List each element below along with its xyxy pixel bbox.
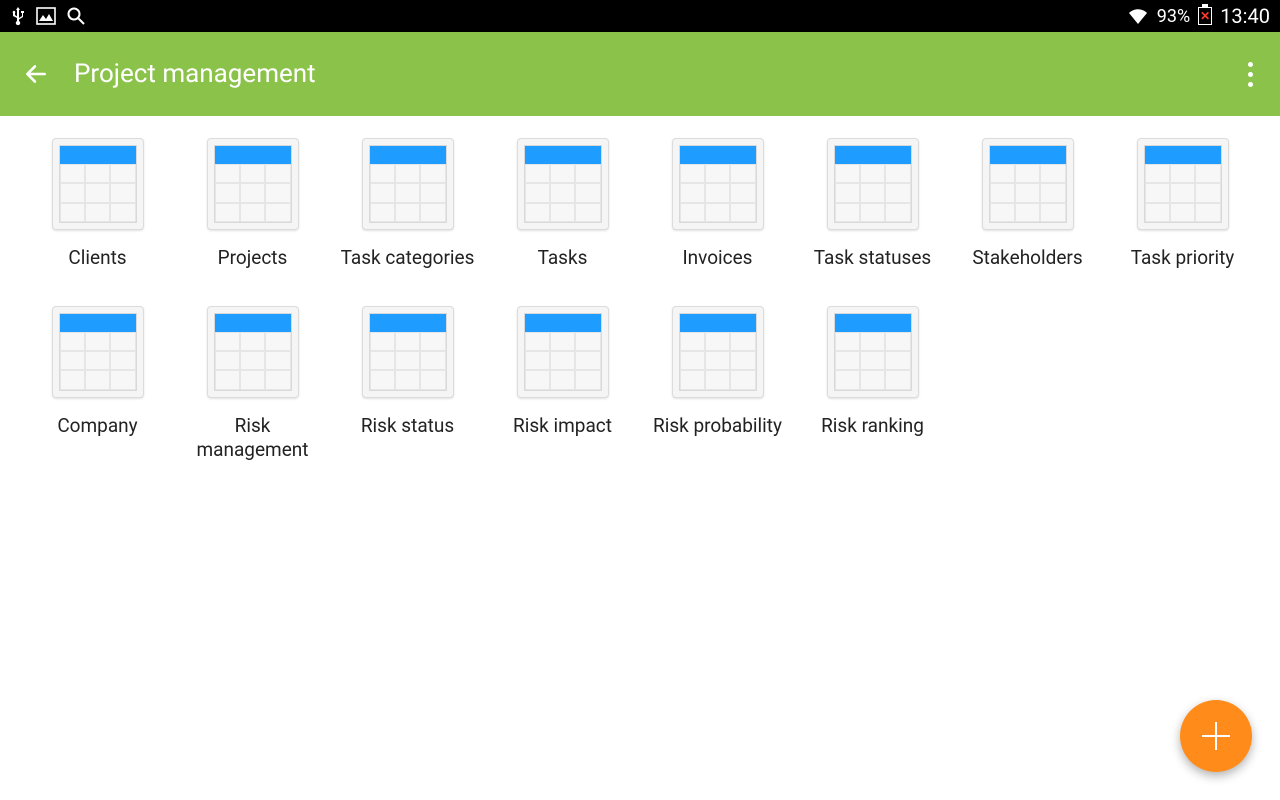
table-icon [517, 306, 609, 398]
clock-label: 13:40 [1220, 4, 1270, 28]
overflow-menu-button[interactable] [1238, 54, 1262, 94]
content-area: Clients Projects Task categories Tasks Invoi… [0, 116, 1280, 483]
table-icon [827, 306, 919, 398]
tile-label: Task statuses [814, 246, 932, 270]
table-icon [517, 138, 609, 230]
table-icon [982, 138, 1074, 230]
tile-task-priority[interactable]: Task priority [1113, 138, 1252, 270]
table-icon [207, 306, 299, 398]
tile-risk-probability[interactable]: Risk probability [648, 306, 787, 462]
android-status-bar: 93% ✕ 13:40 [0, 0, 1280, 32]
table-icon [827, 138, 919, 230]
battery-icon: ✕ [1198, 7, 1212, 25]
tile-risk-ranking[interactable]: Risk ranking [803, 306, 942, 462]
tile-label: Invoices [682, 246, 752, 270]
back-button[interactable] [20, 58, 52, 90]
table-icon [52, 138, 144, 230]
tile-company[interactable]: Company [28, 306, 167, 462]
battery-percent-label: 93% [1157, 6, 1190, 27]
tile-label: Risk status [361, 414, 454, 438]
search-icon [66, 6, 86, 26]
status-right-icons: 93% ✕ 13:40 [1127, 4, 1270, 28]
tile-label: Clients [68, 246, 126, 270]
app-bar: Project management [0, 32, 1280, 116]
tile-label: Company [57, 414, 137, 438]
tile-clients[interactable]: Clients [28, 138, 167, 270]
table-icon [207, 138, 299, 230]
tile-invoices[interactable]: Invoices [648, 138, 787, 270]
tile-tasks[interactable]: Tasks [493, 138, 632, 270]
table-icon [362, 306, 454, 398]
tile-label: Risk management [183, 414, 322, 462]
tile-label: Risk impact [513, 414, 612, 438]
tile-stakeholders[interactable]: Stakeholders [958, 138, 1097, 270]
usb-icon [10, 6, 26, 26]
tile-label: Stakeholders [972, 246, 1082, 270]
table-icon [362, 138, 454, 230]
tile-label: Task categories [341, 246, 475, 270]
tile-risk-impact[interactable]: Risk impact [493, 306, 632, 462]
picture-icon [36, 7, 56, 25]
page-title: Project management [74, 59, 316, 89]
table-icon [52, 306, 144, 398]
tiles-grid: Clients Projects Task categories Tasks Invoi… [28, 138, 1252, 461]
tile-task-categories[interactable]: Task categories [338, 138, 477, 270]
tile-label: Projects [218, 246, 288, 270]
tile-label: Tasks [538, 246, 588, 270]
table-icon [1137, 138, 1229, 230]
table-icon [672, 138, 764, 230]
tile-label: Task priority [1131, 246, 1235, 270]
add-fab[interactable] [1180, 700, 1252, 772]
status-left-icons [10, 6, 86, 26]
table-icon [672, 306, 764, 398]
tile-task-statuses[interactable]: Task statuses [803, 138, 942, 270]
wifi-icon [1127, 7, 1149, 25]
tile-label: Risk ranking [821, 414, 924, 438]
tile-label: Risk probability [653, 414, 782, 438]
tile-risk-status[interactable]: Risk status [338, 306, 477, 462]
tile-risk-management[interactable]: Risk management [183, 306, 322, 462]
tile-projects[interactable]: Projects [183, 138, 322, 270]
